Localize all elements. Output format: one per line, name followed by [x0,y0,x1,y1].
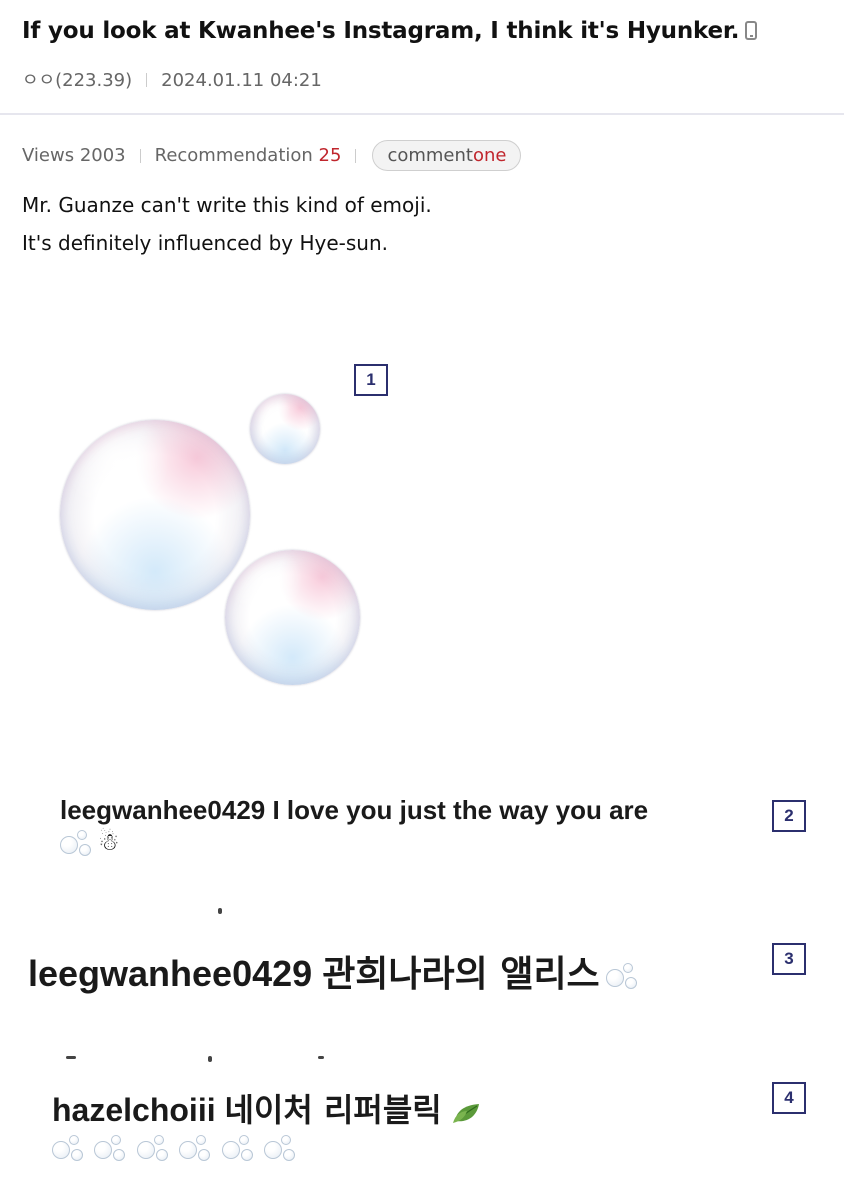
bubbles-emoji-row [52,1135,302,1161]
cropped-text-remnant [0,1050,844,1070]
bubbles-emoji [221,1135,253,1161]
comment-username: leegwanhee0429 [28,953,313,994]
comment-username: leegwanhee0429 [60,795,266,825]
figure-number-2: 2 [772,800,806,832]
comment-button[interactable]: commentone [372,140,522,171]
medium-bubble [225,550,360,685]
comment-text: 관희나라의 앨리스 [322,954,600,995]
bubbles-emoji [50,385,370,695]
comment-label: comment [387,145,473,166]
small-bubble [250,394,320,464]
stats-divider [355,148,357,163]
author-name[interactable]: ㅇㅇ(223.39) [22,70,132,91]
figure-number-4: 4 [772,1082,806,1114]
bubbles-emoji [60,829,91,856]
post-title: If you look at Kwanhee's Instagram, I th… [22,18,758,44]
instagram-comment-2: leegwanhee0429 관희나라의 앨리스 [28,945,644,997]
header-divider [0,113,844,115]
views-count: Views 2003 [22,145,126,166]
instagram-comment-3: hazelchoiii 네이처 리퍼블릭 [52,1085,483,1131]
post-title-text: If you look at Kwanhee's Instagram, I th… [22,18,740,44]
post-stats: Views 2003 Recommendation 25 commentone [22,140,522,171]
large-bubble [60,420,250,610]
post-datetime: 2024.01.11 04:21 [161,70,322,91]
body-line: Mr. Guanze can't write this kind of emoj… [22,193,432,217]
bubbles-emoji [136,1135,168,1161]
post-meta: ㅇㅇ(223.39) 2024.01.11 04:21 [22,66,322,92]
comment-text: 네이처 리퍼블릭 [224,1091,442,1129]
recommend-label: Recommendation [154,145,313,166]
post-body: Mr. Guanze can't write this kind of emoj… [22,186,432,262]
body-line: It's definitely influenced by Hye-sun. [22,231,388,255]
comment-text: I love you just the way you are [272,795,649,825]
bubbles-emoji [52,1135,83,1161]
figure-number-3: 3 [772,943,806,975]
stats-divider [139,148,141,163]
leaf-emoji [452,1103,479,1123]
instagram-comment-1: leegwanhee0429 I love you just the way y… [60,795,648,826]
bubbles-emoji [179,1135,211,1161]
recommend-count: 25 [318,145,342,166]
comment-count: one [472,145,507,166]
bubbles-emoji [94,1135,126,1161]
cropped-text-remnant [0,900,844,920]
mobile-phone-icon [745,21,758,40]
bubbles-emoji [605,963,637,990]
comment-emoji-row: ☃ [60,828,120,857]
bubbles-emoji [264,1135,296,1161]
comment-username: hazelchoiii [52,1092,216,1128]
meta-divider [146,73,148,87]
snowman-emoji: ☃ [98,829,120,856]
